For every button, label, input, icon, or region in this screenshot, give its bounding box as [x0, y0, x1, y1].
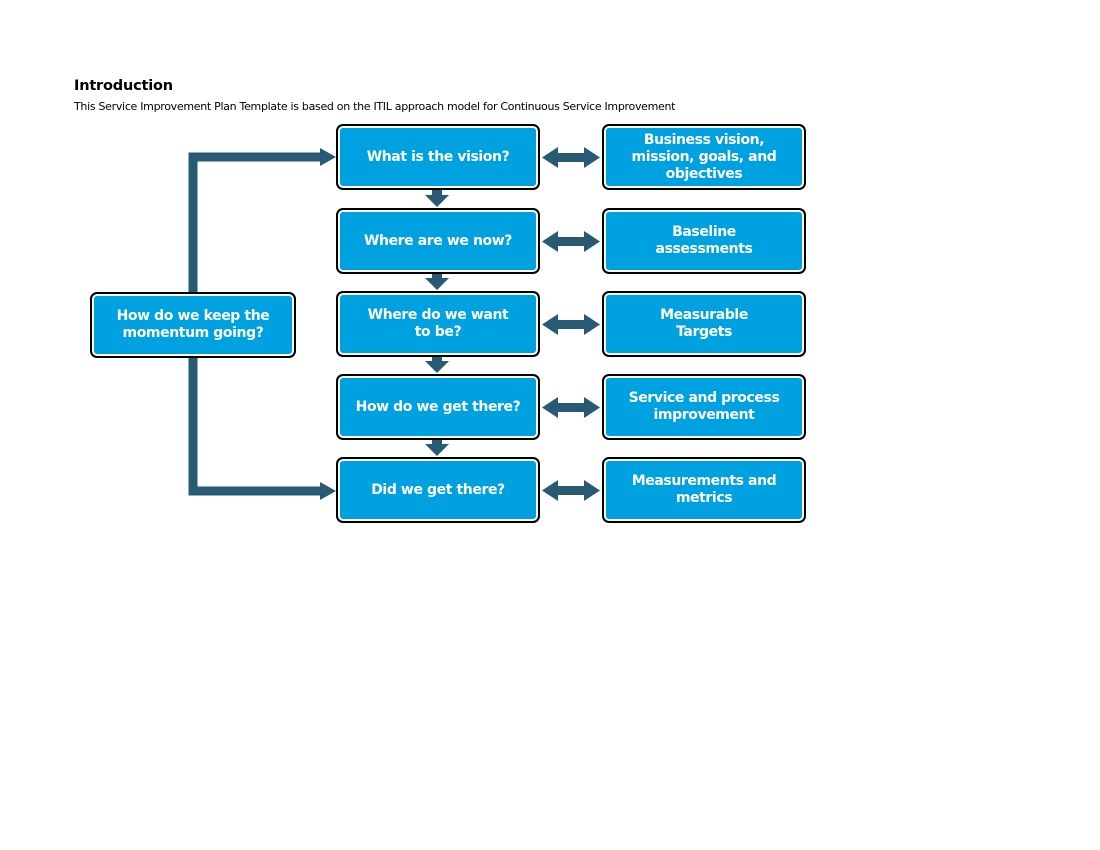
momentum-label: How do we keep the momentum going? — [116, 308, 270, 341]
double-arrow-1 — [542, 147, 600, 168]
question-label: Where do we want to be? — [367, 307, 509, 340]
double-arrow-4 — [542, 397, 600, 418]
question-label: What is the vision? — [366, 148, 510, 165]
momentum-box: How do we keep the momentum going? — [90, 292, 296, 358]
down-arrow-3 — [425, 357, 449, 373]
outcome-label: Service and process improvement — [628, 390, 780, 423]
outcome-box-metrics: Measurements and metrics — [602, 457, 806, 523]
question-label: How do we get there? — [355, 398, 521, 415]
outcome-label: Measurable Targets — [660, 307, 748, 340]
loop-arrowhead-bottom — [320, 482, 336, 500]
connectors-layer — [188, 147, 600, 501]
question-box-now: Where are we now? — [336, 208, 540, 274]
question-label: Where are we now? — [363, 232, 513, 249]
outcome-box-improvement: Service and process improvement — [602, 374, 806, 440]
question-box-want: Where do we want to be? — [336, 291, 540, 357]
section-description: This Service Improvement Plan Template i… — [74, 100, 676, 113]
down-arrow-4 — [425, 440, 449, 456]
question-box-did: Did we get there? — [336, 457, 540, 523]
question-box-how: How do we get there? — [336, 374, 540, 440]
question-label: Did we get there? — [371, 481, 505, 498]
double-arrow-3 — [542, 314, 600, 335]
down-arrow-2 — [425, 274, 449, 290]
loop-connector-top — [188, 152, 322, 292]
outcome-box-targets: Measurable Targets — [602, 291, 806, 357]
double-arrow-2 — [542, 231, 600, 252]
outcome-label: Measurements and metrics — [631, 473, 777, 506]
outcome-box-baseline: Baseline assessments — [602, 208, 806, 274]
outcome-label: Business vision, mission, goals, and obj… — [631, 131, 777, 182]
question-box-vision: What is the vision? — [336, 124, 540, 190]
section-heading: Introduction — [74, 78, 173, 94]
loop-connector-bottom — [188, 358, 322, 496]
outcome-label: Baseline assessments — [655, 224, 753, 257]
outcome-box-vision: Business vision, mission, goals, and obj… — [602, 124, 806, 190]
loop-arrowhead-top — [320, 148, 336, 166]
down-arrow-1 — [425, 190, 449, 207]
double-arrow-5 — [542, 480, 600, 501]
